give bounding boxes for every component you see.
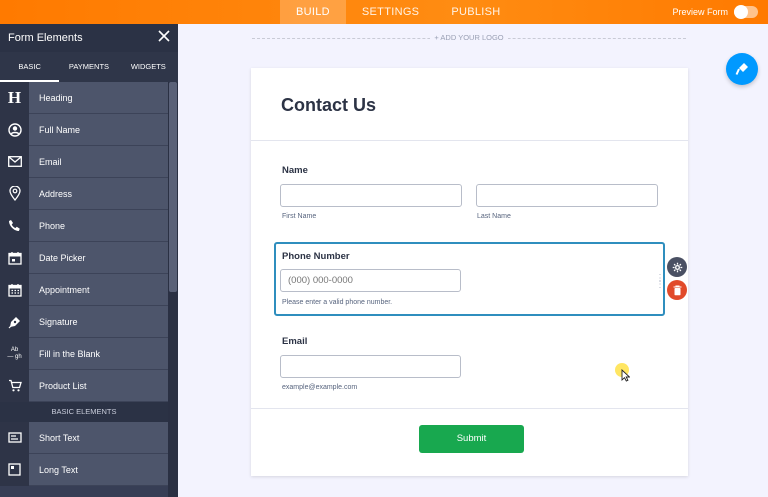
map-pin-icon [0, 177, 29, 210]
sidebar-item-signature[interactable]: Signature [0, 305, 168, 338]
phone-sublabel: Please enter a valid phone number. [282, 299, 393, 306]
gear-icon [672, 262, 682, 272]
sidebar-item-label: Heading [39, 92, 73, 103]
sidebar-item-label: Full Name [39, 124, 81, 135]
cart-icon [0, 369, 29, 402]
last-name-input[interactable] [476, 184, 658, 207]
sidebar-item-date-picker[interactable]: Date Picker [0, 241, 168, 274]
header-divider [251, 140, 688, 141]
heading-icon: H [0, 81, 29, 114]
sidebar-item-label: Address [39, 188, 73, 199]
form-card: Contact Us Name First Name Last Name Pho… [251, 68, 688, 476]
mouse-cursor-icon [621, 368, 631, 387]
form-designer-button[interactable] [726, 53, 758, 85]
last-name-sublabel: Last Name [477, 213, 511, 220]
preview-form-label: Preview Form [672, 7, 728, 17]
signature-icon [0, 305, 29, 338]
sidebar-item-label: Phone [39, 220, 66, 231]
sidebar-item-product-list[interactable]: Product List [0, 369, 168, 402]
tab-publish[interactable]: PUBLISH [435, 0, 516, 24]
phone-icon [0, 209, 29, 242]
sidebar-item-fill-in-the-blank[interactable]: Ab — gh Fill in the Blank [0, 337, 168, 370]
preview-form-control: Preview Form [672, 0, 758, 24]
email-input[interactable] [280, 355, 461, 378]
user-icon [0, 113, 29, 146]
sidebar-item-label: Product List [39, 380, 87, 391]
sidebar-tab-basic[interactable]: BASIC [0, 52, 60, 82]
sidebar-item-label: Short Text [39, 432, 80, 443]
email-sublabel: example@example.com [282, 384, 358, 391]
first-name-sublabel: First Name [282, 213, 317, 220]
submit-button[interactable]: Submit [419, 425, 524, 453]
add-logo-label: + ADD YOUR LOGO [430, 33, 508, 42]
footer-divider [251, 408, 688, 409]
phone-number-label: Phone Number [282, 251, 350, 262]
appointment-icon [0, 273, 29, 306]
tab-build[interactable]: BUILD [280, 0, 346, 24]
sidebar-scrollbar[interactable] [168, 82, 178, 497]
form-elements-sidebar: Form Elements BASIC PAYMENTS WIDGETS H H… [0, 24, 178, 497]
sidebar-section-basic-elements: BASIC ELEMENTS [0, 402, 168, 422]
form-title[interactable]: Contact Us [281, 95, 376, 116]
paint-roller-icon [735, 63, 748, 75]
preview-form-toggle[interactable] [734, 5, 758, 19]
sidebar-item-short-text[interactable]: Short Text [0, 421, 168, 454]
canvas-scrollbar[interactable] [758, 24, 768, 497]
toggle-knob [734, 5, 748, 19]
first-name-input[interactable] [280, 184, 462, 207]
tab-settings[interactable]: SETTINGS [346, 0, 435, 24]
envelope-icon [0, 145, 29, 178]
sidebar-item-label: Signature [39, 316, 78, 327]
sidebar-item-label: Long Text [39, 464, 78, 475]
close-icon[interactable] [158, 30, 170, 46]
phone-number-input[interactable] [280, 269, 461, 292]
top-bar: BUILD SETTINGS PUBLISH Preview Form [0, 0, 768, 24]
long-text-icon [0, 453, 29, 486]
sidebar-tab-payments[interactable]: PAYMENTS [59, 52, 118, 82]
fill-blank-icon-text: Ab — gh [7, 346, 22, 360]
top-tabs: BUILD SETTINGS PUBLISH [280, 0, 517, 24]
drag-handle-icon[interactable]: ⋮ ⋮ [655, 274, 666, 290]
calendar-icon [0, 241, 29, 274]
sidebar-item-label: Fill in the Blank [39, 348, 101, 359]
field-delete-button[interactable] [667, 280, 687, 300]
sidebar-item-label: Appointment [39, 284, 90, 295]
name-label: Name [282, 165, 308, 176]
sidebar-item-appointment[interactable]: Appointment [0, 273, 168, 306]
sidebar-header: Form Elements [0, 24, 178, 52]
sidebar-item-heading[interactable]: H Heading [0, 81, 168, 114]
sidebar-scrollbar-thumb[interactable] [169, 82, 177, 292]
sidebar-item-long-text[interactable]: Long Text [0, 453, 168, 486]
sidebar-tab-widgets[interactable]: WIDGETS [119, 52, 178, 82]
sidebar-item-full-name[interactable]: Full Name [0, 113, 168, 146]
sidebar-tabs: BASIC PAYMENTS WIDGETS [0, 52, 178, 82]
sidebar-item-label: Email [39, 156, 62, 167]
field-settings-button[interactable] [667, 257, 687, 277]
sidebar-item-label: Date Picker [39, 252, 86, 263]
fill-blank-icon: Ab — gh [0, 337, 29, 370]
sidebar-title: Form Elements [8, 32, 83, 44]
sidebar-item-email[interactable]: Email [0, 145, 168, 178]
sidebar-item-address[interactable]: Address [0, 177, 168, 210]
short-text-icon [0, 421, 29, 454]
trash-icon [673, 284, 681, 295]
email-label: Email [282, 336, 308, 347]
sidebar-element-list: H Heading Full Name Email Address Phone … [0, 81, 168, 486]
add-logo-area[interactable]: + ADD YOUR LOGO [252, 33, 686, 52]
sidebar-item-phone[interactable]: Phone [0, 209, 168, 242]
